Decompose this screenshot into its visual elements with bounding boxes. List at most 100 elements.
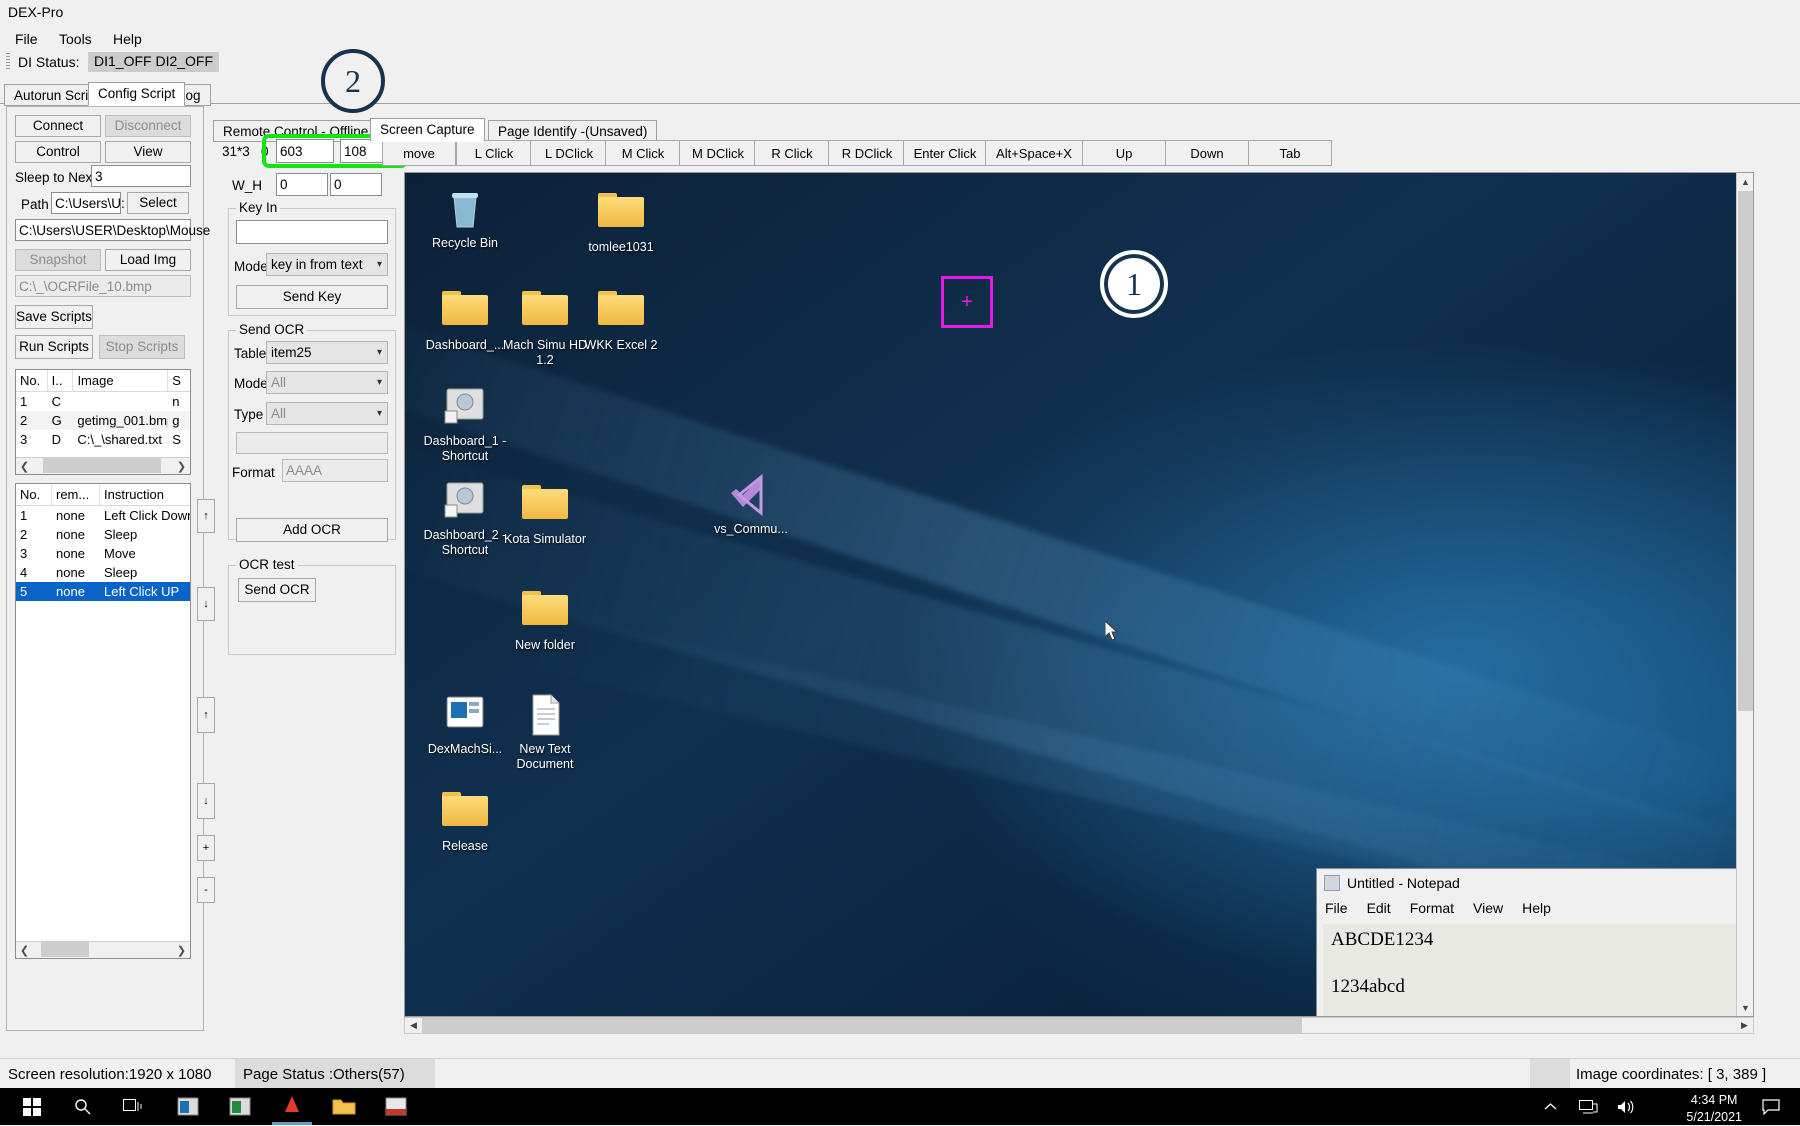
image-move-up-button[interactable]: ↑: [197, 499, 215, 533]
width-input[interactable]: 0: [276, 173, 328, 196]
menu-item-tools[interactable]: Tools: [50, 29, 101, 49]
instruction-add-button[interactable]: +: [197, 835, 215, 861]
l-dclick-button[interactable]: L DClick: [530, 140, 608, 166]
table-row[interactable]: 1 C n: [16, 392, 190, 411]
scroll-thumb[interactable]: [43, 457, 161, 473]
notepad-window[interactable]: Untitled - Notepad File Edit Format View…: [1316, 868, 1753, 1016]
instruction-move-down-button[interactable]: ↓: [197, 783, 215, 819]
tab-config-script[interactable]: Config Script: [88, 82, 186, 106]
scroll-thumb[interactable]: [422, 1018, 1302, 1033]
notepad-text-area[interactable]: ABCDE1234 1234abcd ABCDE1234 1234abcd AB…: [1323, 924, 1753, 1016]
full-path-input[interactable]: C:\Users\USER\Desktop\Mouse: [15, 219, 210, 241]
select-path-button[interactable]: Select: [127, 192, 189, 214]
desktop-icon-new-folder[interactable]: New folder: [497, 585, 593, 653]
scroll-thumb[interactable]: [41, 941, 89, 957]
desktop-icon-dashboard-1-shortcut[interactable]: Dashboard_1 - Shortcut: [417, 385, 513, 465]
enter-click-button[interactable]: Enter Click: [903, 140, 987, 166]
menu-item-file[interactable]: File: [6, 29, 47, 49]
scroll-left-icon[interactable]: ❮: [16, 458, 33, 475]
table-row[interactable]: 3 none Move: [16, 544, 190, 563]
key-in-mode-select[interactable]: key in from text ▾: [266, 253, 388, 276]
table-row[interactable]: 3 D C:\_\shared.txt S: [16, 430, 190, 449]
l-click-button[interactable]: L Click: [456, 140, 532, 166]
connect-button[interactable]: Connect: [15, 115, 101, 137]
send-ocr-test-button[interactable]: Send OCR: [238, 578, 316, 602]
ocr-text-input[interactable]: [236, 432, 388, 454]
scroll-left-icon[interactable]: ❮: [16, 942, 33, 959]
ocr-table-select[interactable]: item25 ▾: [266, 341, 388, 364]
height-input[interactable]: 0: [330, 173, 382, 196]
network-button[interactable]: [1573, 1088, 1603, 1125]
desktop-icon-new-text-document[interactable]: New Text Document: [497, 693, 593, 773]
screen-capture-viewport[interactable]: Recycle Bin tomlee1031 Dashboard_... Mac…: [404, 172, 1754, 1017]
tab-page-identify[interactable]: Page Identify -(Unsaved): [488, 120, 658, 142]
down-button[interactable]: Down: [1165, 140, 1249, 166]
ocr-mode-select[interactable]: All ▾: [266, 371, 388, 394]
scroll-right-icon[interactable]: ▶: [1736, 1017, 1753, 1034]
instruction-list-view[interactable]: No. rem... Instruction 1 none Left Click…: [15, 483, 191, 959]
view-button[interactable]: View: [105, 141, 191, 163]
key-in-input[interactable]: [236, 220, 388, 244]
remote-desktop-image[interactable]: Recycle Bin tomlee1031 Dashboard_... Mac…: [405, 173, 1753, 1016]
table-row-selected[interactable]: 5 none Left Click UP: [16, 582, 190, 601]
stop-scripts-button[interactable]: Stop Scripts: [99, 335, 185, 359]
notepad-menu-file[interactable]: File: [1325, 900, 1348, 916]
taskbar-app-2[interactable]: [220, 1088, 260, 1125]
save-scripts-button[interactable]: Save Scripts: [15, 305, 93, 329]
di-status-value[interactable]: DI1_OFF DI2_OFF: [88, 52, 220, 72]
disconnect-button[interactable]: Disconnect: [105, 115, 191, 137]
scroll-left-icon[interactable]: ◀: [405, 1017, 422, 1034]
notepad-menu-format[interactable]: Format: [1410, 900, 1454, 916]
snapshot-button[interactable]: Snapshot: [15, 249, 101, 271]
sleep-to-next-input[interactable]: 3: [91, 165, 191, 187]
capture-point-marker[interactable]: +: [941, 276, 993, 328]
ocr-format-input[interactable]: AAAA: [282, 459, 388, 482]
ocr-file-input[interactable]: C:\_\OCRFile_10.bmp: [15, 275, 191, 297]
tab-button[interactable]: Tab: [1248, 140, 1332, 166]
table-row[interactable]: 2 none Sleep: [16, 525, 190, 544]
taskbar-app-dex[interactable]: [272, 1088, 312, 1125]
desktop-icon-wkk-excel-2[interactable]: WKK Excel 2: [573, 285, 669, 353]
taskbar-app-3[interactable]: [376, 1088, 416, 1125]
image-move-down-button[interactable]: ↓: [197, 587, 215, 621]
start-button[interactable]: [10, 1088, 54, 1125]
scroll-right-icon[interactable]: ❯: [173, 458, 190, 475]
desktop-icon-recycle-bin[interactable]: Recycle Bin: [417, 187, 513, 251]
instruction-list-hscrollbar[interactable]: ❮ ❯: [16, 941, 190, 958]
notepad-menu-help[interactable]: Help: [1522, 900, 1551, 916]
search-button[interactable]: [60, 1088, 104, 1125]
show-hidden-icons-button[interactable]: [1535, 1088, 1565, 1125]
m-click-button[interactable]: M Click: [605, 140, 681, 166]
table-row[interactable]: 4 none Sleep: [16, 563, 190, 582]
move-button[interactable]: move: [382, 140, 456, 166]
viewport-hscrollbar[interactable]: ◀ ▶: [404, 1017, 1754, 1034]
desktop-icon-tomlee1031[interactable]: tomlee1031: [573, 187, 669, 255]
menu-item-help[interactable]: Help: [104, 29, 151, 49]
alt-space-x-button[interactable]: Alt+Space+X: [985, 140, 1083, 166]
taskbar-file-explorer[interactable]: [324, 1088, 364, 1125]
scroll-right-icon[interactable]: ❯: [173, 942, 190, 959]
desktop-icon-kota-simulator[interactable]: Kota Simulator: [497, 479, 593, 547]
scroll-up-icon[interactable]: ▲: [1737, 173, 1753, 190]
image-list-hscrollbar[interactable]: ❮ ❯: [16, 457, 190, 474]
r-click-button[interactable]: R Click: [754, 140, 830, 166]
taskbar-clock[interactable]: 4:34 PM 5/21/2021: [1686, 1092, 1742, 1126]
notepad-menu-edit[interactable]: Edit: [1367, 900, 1391, 916]
table-row[interactable]: 2 G getimg_001.bmp g: [16, 411, 190, 430]
action-center-button[interactable]: [1754, 1088, 1788, 1125]
scroll-down-icon[interactable]: ▼: [1737, 999, 1753, 1016]
table-row[interactable]: 1 none Left Click Down: [16, 506, 190, 525]
ocr-type-select[interactable]: All ▾: [266, 402, 388, 425]
load-img-button[interactable]: Load Img: [105, 249, 191, 271]
tab-screen-capture[interactable]: Screen Capture: [370, 118, 485, 142]
taskbar-app-1[interactable]: [168, 1088, 208, 1125]
scroll-track[interactable]: [33, 457, 173, 474]
desktop-icon-vs-community[interactable]: vs_Commu...: [703, 473, 799, 537]
desktop-icon-release[interactable]: Release: [417, 786, 513, 854]
volume-button[interactable]: [1610, 1088, 1640, 1125]
add-ocr-button[interactable]: Add OCR: [236, 518, 388, 542]
scroll-track[interactable]: [33, 941, 173, 958]
control-button[interactable]: Control: [15, 141, 101, 163]
send-key-button[interactable]: Send Key: [236, 285, 388, 309]
image-list-view[interactable]: No. I.. Image S 1 C n 2 G getimg_001.bmp…: [15, 369, 191, 475]
